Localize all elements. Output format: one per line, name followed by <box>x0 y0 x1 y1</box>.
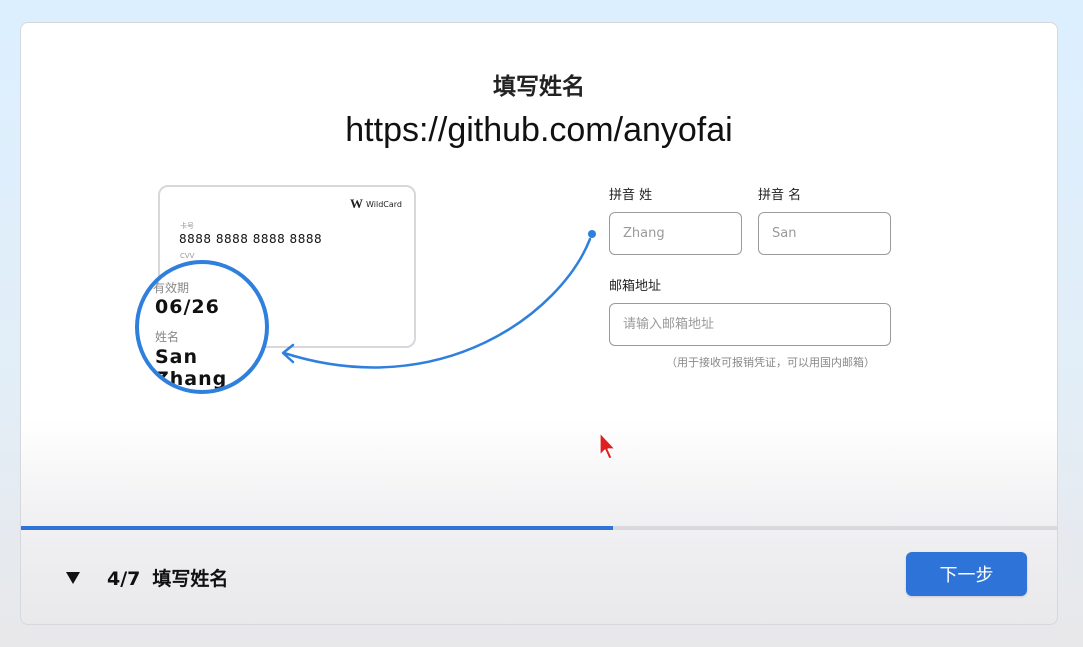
brand-name: WildCard <box>366 199 402 209</box>
card-number-label: 卡号 <box>180 222 194 230</box>
step-name: 填写姓名 <box>152 568 229 590</box>
page-url: https://github.com/anyofai <box>345 111 733 149</box>
toggle-steps-button[interactable] <box>63 568 83 588</box>
email-input[interactable] <box>609 303 891 346</box>
mouse-pointer-icon <box>598 431 618 465</box>
card-brand: W WildCard <box>350 196 402 212</box>
last-name-input[interactable] <box>609 212 742 255</box>
brand-logo-icon: W <box>350 196 364 211</box>
email-label: 邮箱地址 <box>609 279 662 294</box>
step-indicator: 4/7 填写姓名 <box>107 564 228 591</box>
page-title: 填写姓名 <box>493 74 585 100</box>
email-hint: （用于接收可报销凭证，可以用国内邮箱） <box>666 356 875 369</box>
arrow-origin-dot <box>588 230 596 238</box>
magnifier-circle: 有效期 06/26 姓名 San Zhang <box>135 260 269 394</box>
name-label: 姓名 <box>155 330 180 344</box>
last-name-label: 拼音 姓 <box>609 188 653 203</box>
first-name-label: 拼音 名 <box>758 188 802 203</box>
expiry-label: 有效期 <box>153 281 190 295</box>
tutorial-panel: 填写姓名 https://github.com/anyofai W WildCa… <box>20 22 1058 625</box>
first-name-input[interactable] <box>758 212 891 255</box>
name-value: San Zhang <box>155 346 228 390</box>
next-button[interactable]: 下一步 <box>906 552 1027 596</box>
bottom-bar: 4/7 填写姓名 下一步 <box>21 530 1057 624</box>
card-number: 8888 8888 8888 8888 <box>179 232 323 246</box>
step-count: 4/7 <box>107 568 141 590</box>
card-cvv-label: CVV <box>180 252 195 260</box>
expiry-value: 06/26 <box>155 296 220 318</box>
triangle-down-icon <box>66 572 80 584</box>
